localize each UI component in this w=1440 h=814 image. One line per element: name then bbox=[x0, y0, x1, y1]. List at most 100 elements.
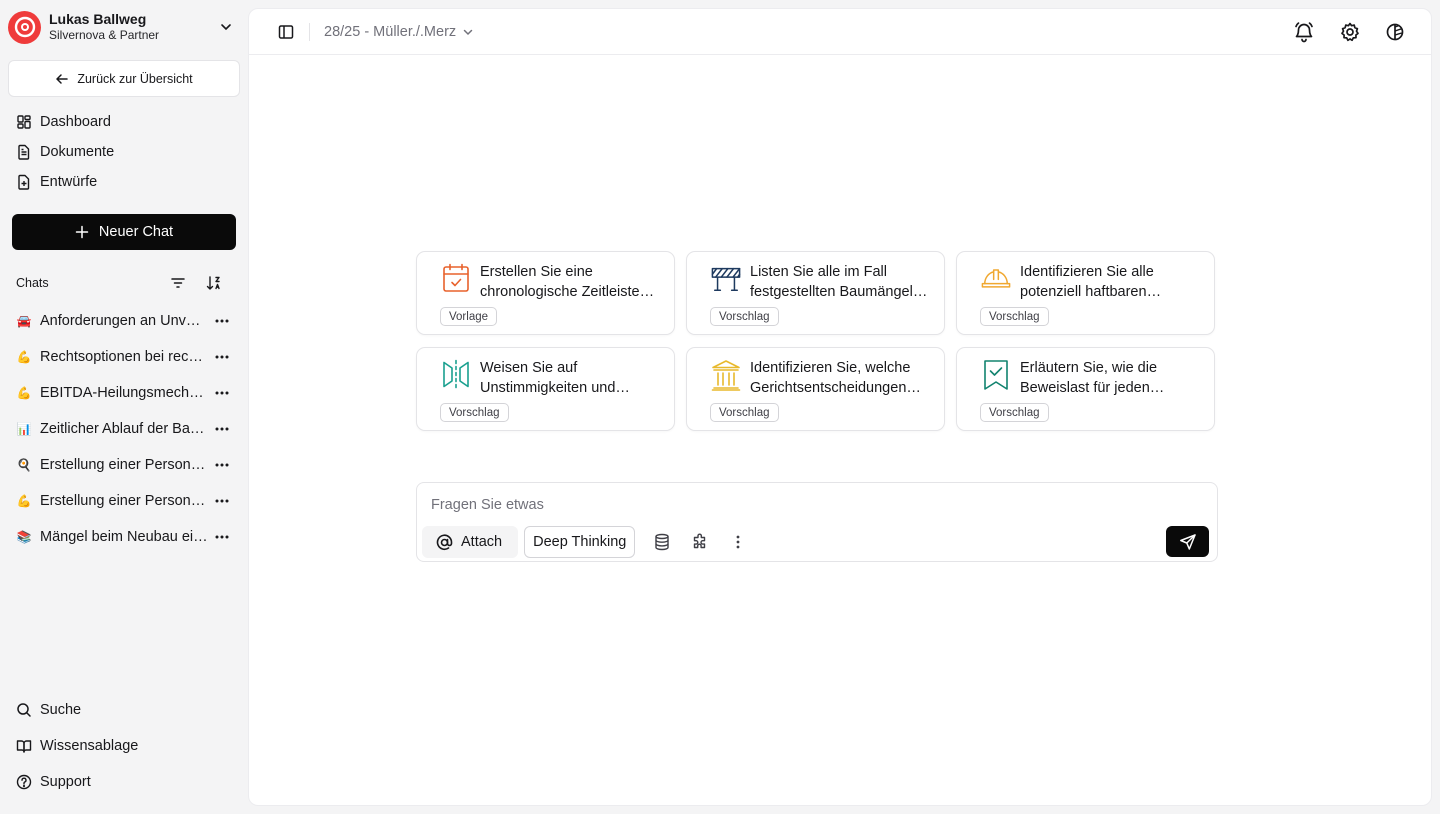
send-icon bbox=[1179, 533, 1197, 551]
chat-emoji: 💪 bbox=[16, 386, 32, 400]
chat-item[interactable]: 🚘 Anforderungen an Unverhältnismäßigkeit bbox=[8, 303, 240, 339]
chat-emoji: 🍳 bbox=[16, 458, 32, 472]
chat-title: EBITDA-Heilungsmechanismen bbox=[40, 385, 208, 401]
hard-hat-icon bbox=[981, 262, 1011, 294]
chat-emoji: 🚘 bbox=[16, 314, 32, 328]
breadcrumb[interactable]: 28/25 - Müller./.Merz bbox=[324, 24, 474, 40]
deep-thinking-button[interactable]: Deep Thinking bbox=[524, 526, 636, 558]
courthouse-icon bbox=[711, 358, 741, 391]
suggestion-card[interactable]: Erstellen Sie eine chronologische Zeitle… bbox=[416, 251, 675, 335]
sidebar-toggle-icon[interactable] bbox=[277, 23, 295, 41]
send-button[interactable] bbox=[1166, 526, 1209, 557]
top-bar: 28/25 - Müller./.Merz bbox=[249, 9, 1431, 55]
more-horizontal-icon[interactable] bbox=[208, 499, 236, 503]
chat-item[interactable]: 💪 Rechtsoptionen bei rechtlichen Problem… bbox=[8, 339, 240, 375]
suggestion-card[interactable]: Listen Sie alle im Fall festgestellten B… bbox=[686, 251, 945, 335]
nav-item-label: Dashboard bbox=[40, 114, 111, 130]
account-switcher[interactable]: Lukas Ballweg Silvernova & Partner bbox=[8, 0, 240, 54]
chat-title: Erstellung einer Personenübersicht bbox=[40, 493, 208, 509]
more-horizontal-icon[interactable] bbox=[208, 319, 236, 323]
nav-item-dokumente[interactable]: Dokumente bbox=[8, 137, 240, 167]
nav-item-label: Entwürfe bbox=[40, 174, 98, 190]
draft-icon bbox=[16, 174, 32, 190]
more-vertical-icon[interactable] bbox=[722, 526, 754, 558]
nav-item-suche[interactable]: Suche bbox=[8, 692, 240, 728]
account-org: Silvernova & Partner bbox=[49, 27, 160, 42]
book-open-icon bbox=[16, 738, 32, 754]
more-horizontal-icon[interactable] bbox=[208, 355, 236, 359]
construction-barrier-icon bbox=[711, 262, 741, 294]
more-horizontal-icon[interactable] bbox=[208, 463, 236, 467]
chats-label: Chats bbox=[16, 276, 49, 290]
suggestion-card[interactable]: Identifizieren Sie, welche Gerichtsentsc… bbox=[686, 347, 945, 431]
suggestion-card[interactable]: Identifizieren Sie alle potenziell haftb… bbox=[956, 251, 1215, 335]
nav-item-support[interactable]: Support bbox=[8, 764, 240, 800]
more-horizontal-icon[interactable] bbox=[208, 391, 236, 395]
chat-title: Erstellung einer Personenliste bbox=[40, 457, 208, 473]
chat-emoji: 📊 bbox=[16, 422, 32, 436]
arrow-left-icon bbox=[55, 72, 69, 86]
chat-item[interactable]: 📚 Mängel beim Neubau eines Hauses bbox=[8, 519, 240, 555]
nav-item-label: Wissensablage bbox=[40, 738, 139, 754]
new-chat-button[interactable]: Neuer Chat bbox=[12, 214, 236, 250]
chat-title: Zeitlicher Ablauf der Bauarbeiten bbox=[40, 421, 208, 437]
chat-input[interactable] bbox=[431, 497, 1131, 513]
divider bbox=[309, 22, 310, 41]
chat-title: Anforderungen an Unverhältnismäßigkeit bbox=[40, 313, 208, 329]
attach-button[interactable]: Attach bbox=[422, 526, 519, 558]
chat-emoji: 📚 bbox=[16, 530, 32, 544]
document-icon bbox=[16, 144, 32, 160]
chat-item[interactable]: 💪 Erstellung einer Personenübersicht bbox=[8, 483, 240, 519]
chat-item[interactable]: 💪 EBITDA-Heilungsmechanismen bbox=[8, 375, 240, 411]
suggestion-text: Weisen Sie auf Unstimmigkeiten und wider… bbox=[480, 360, 616, 396]
new-chat-label: Neuer Chat bbox=[98, 224, 174, 240]
suggestion-badge: Vorschlag bbox=[710, 403, 779, 422]
at-sign-icon bbox=[436, 534, 453, 551]
sort-icon[interactable] bbox=[196, 275, 232, 291]
chat-title: Mängel beim Neubau eines Hauses bbox=[40, 529, 208, 545]
more-horizontal-icon[interactable] bbox=[208, 535, 236, 539]
chat-item[interactable]: 🍳 Erstellung einer Personenliste bbox=[8, 447, 240, 483]
nav-item-entwuerfe[interactable]: Entwürfe bbox=[8, 167, 240, 197]
back-to-overview-button[interactable]: Zurück zur Übersicht bbox=[8, 60, 240, 97]
chat-emoji: 💪 bbox=[16, 494, 32, 508]
nav-item-wissensablage[interactable]: Wissensablage bbox=[8, 728, 240, 764]
breadcrumb-case: 28/25 - Müller./.Merz bbox=[324, 23, 457, 40]
chevron-down-icon bbox=[462, 26, 474, 38]
account-name: Lukas Ballweg bbox=[49, 11, 147, 28]
chevron-down-icon bbox=[216, 20, 236, 34]
bottom-nav: Suche Wissensablage Support bbox=[8, 692, 240, 800]
suggestion-card[interactable]: Weisen Sie auf Unstimmigkeiten und wider… bbox=[416, 347, 675, 431]
plus-icon bbox=[75, 225, 89, 239]
main-nav: Dashboard Dokumente Entwürfe bbox=[8, 107, 240, 197]
puzzle-icon[interactable] bbox=[684, 526, 716, 558]
chat-title: Rechtsoptionen bei rechtlichen Problemen bbox=[40, 349, 208, 365]
bell-notification-icon[interactable] bbox=[1293, 21, 1315, 43]
chat-emoji: 💪 bbox=[16, 350, 32, 364]
sidebar: Lukas Ballweg Silvernova & Partner Zurüc… bbox=[0, 0, 248, 814]
filter-icon[interactable] bbox=[160, 275, 196, 291]
suggestion-text: Erläutern Sie, wie die Beweislast für je… bbox=[1020, 360, 1158, 396]
suggestion-badge: Vorlage bbox=[440, 307, 498, 326]
suggestion-text: Identifizieren Sie, welche Gerichtsentsc… bbox=[750, 360, 911, 396]
database-icon[interactable] bbox=[646, 526, 678, 558]
nav-item-label: Suche bbox=[40, 702, 82, 718]
composer-toolbar: Attach Deep Thinking bbox=[422, 526, 754, 558]
chat-item[interactable]: 📊 Zeitlicher Ablauf der Bauarbeiten bbox=[8, 411, 240, 447]
help-circle-icon bbox=[16, 774, 32, 790]
suggestion-text: Erstellen Sie eine chronologische Zeitle… bbox=[480, 264, 640, 300]
bookmark-check-icon bbox=[981, 358, 1011, 390]
calendar-check-icon bbox=[441, 262, 471, 294]
gear-icon[interactable] bbox=[1339, 21, 1361, 43]
main-panel: 28/25 - Müller./.Merz Erstellen Sie eine… bbox=[248, 8, 1432, 806]
nav-item-label: Dokumente bbox=[40, 144, 115, 160]
suggestion-text: Identifizieren Sie alle potenziell haftb… bbox=[1020, 264, 1154, 300]
nav-item-dashboard[interactable]: Dashboard bbox=[8, 107, 240, 137]
attach-label: Attach bbox=[461, 534, 503, 550]
chat-composer: Attach Deep Thinking bbox=[416, 482, 1218, 562]
suggestion-card[interactable]: Erläutern Sie, wie die Beweislast für je… bbox=[956, 347, 1215, 431]
more-horizontal-icon[interactable] bbox=[208, 427, 236, 431]
dashboard-icon bbox=[16, 114, 32, 130]
theme-toggle-icon[interactable] bbox=[1385, 22, 1405, 42]
chats-header: Chats bbox=[8, 272, 240, 294]
